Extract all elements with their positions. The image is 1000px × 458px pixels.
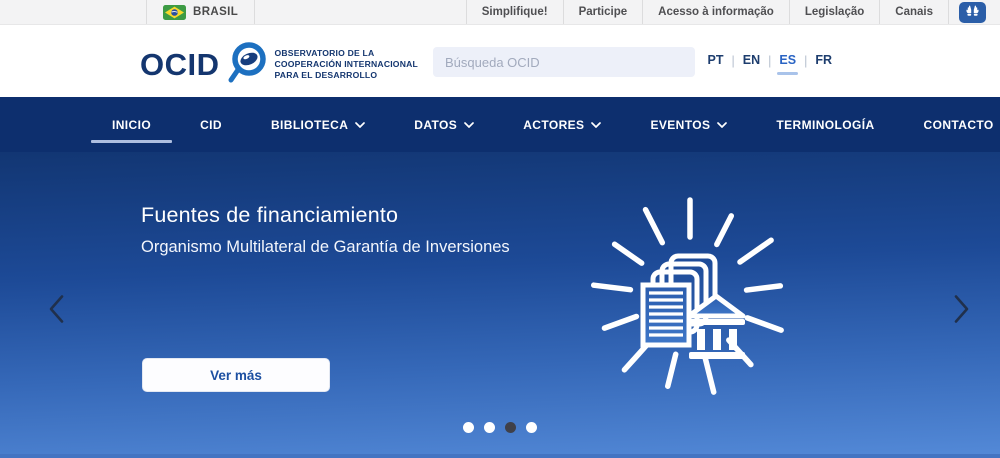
nav-item-cid[interactable]: CID [200, 118, 222, 132]
section-divider [0, 454, 1000, 458]
nav-item-terminologia[interactable]: TERMINOLOGÍA [776, 118, 874, 132]
carousel-next-button[interactable] [949, 290, 974, 331]
carousel-prev-button[interactable] [44, 290, 69, 331]
main-navigation: INICIO CID BIBLIOTECA DATOS ACTORES EVEN… [0, 97, 1000, 152]
hero-subtitle: Organismo Multilateral de Garantía de In… [141, 238, 510, 257]
site-header: OCID OBSERVATORIO DE LA COOPERACIÓN INTE… [0, 25, 1000, 97]
lang-es-active[interactable]: ES [779, 53, 796, 69]
lang-separator: | [804, 54, 807, 68]
search-container [433, 47, 695, 77]
nav-item-inicio[interactable]: INICIO [112, 118, 151, 132]
vlibras-hands-icon [964, 4, 981, 20]
language-switcher: PT | EN | ES | FR [708, 25, 832, 97]
topbar-link-participe[interactable]: Participe [563, 0, 643, 24]
brasil-flag-icon [163, 5, 186, 20]
documents-bank-sunburst-icon [585, 192, 795, 407]
chevron-left-icon [48, 312, 65, 327]
chevron-right-icon [953, 312, 970, 327]
nav-item-contacto[interactable]: CONTACTO [924, 118, 994, 132]
government-topbar: BRASIL Simplifique! Participe Acesso à i… [0, 0, 1000, 25]
vlibras-accessibility-button[interactable] [959, 2, 986, 23]
nav-item-eventos[interactable]: EVENTOS [650, 118, 727, 132]
ocid-logo[interactable]: OCID OBSERVATORIO DE LA COOPERACIÓN INTE… [140, 38, 418, 91]
ocid-logo-acronym: OCID [140, 47, 220, 83]
lang-separator: | [768, 54, 771, 68]
nav-item-actores[interactable]: ACTORES [523, 118, 601, 132]
ocid-homepage: BRASIL Simplifique! Participe Acesso à i… [0, 0, 1000, 458]
ver-mas-button[interactable]: Ver más [142, 358, 330, 392]
chevron-down-icon [591, 121, 601, 128]
search-input[interactable] [433, 47, 695, 77]
carousel-dots [463, 422, 537, 433]
chevron-down-icon [464, 121, 474, 128]
carousel-dot-2[interactable] [484, 422, 495, 433]
hero-title: Fuentes de financiamiento [141, 203, 398, 228]
chevron-down-icon [717, 121, 727, 128]
topbar-link-acesso-informacao[interactable]: Acesso à informação [642, 0, 789, 24]
chevron-down-icon [355, 121, 365, 128]
carousel-dot-3-active[interactable] [505, 422, 516, 433]
magnifier-eye-icon [226, 40, 268, 91]
lang-separator: | [732, 54, 735, 68]
topbar-link-simplifique[interactable]: Simplifique! [466, 0, 563, 24]
ocid-logo-fullname: OBSERVATORIO DE LA COOPERACIÓN INTERNACI… [275, 48, 418, 82]
topbar-link-canais[interactable]: Canais [879, 0, 949, 24]
nav-item-biblioteca[interactable]: BIBLIOTECA [271, 118, 365, 132]
brasil-gov-link[interactable]: BRASIL [146, 0, 255, 24]
hero-carousel: Fuentes de financiamiento Organismo Mult… [0, 152, 1000, 458]
topbar-link-legislacao[interactable]: Legislação [789, 0, 879, 24]
carousel-dot-4[interactable] [526, 422, 537, 433]
nav-item-datos[interactable]: DATOS [414, 118, 474, 132]
brasil-label: BRASIL [193, 6, 238, 18]
lang-en[interactable]: EN [743, 53, 760, 69]
topbar-links: Simplifique! Participe Acesso à informaç… [466, 0, 1000, 24]
carousel-dot-1[interactable] [463, 422, 474, 433]
lang-pt[interactable]: PT [708, 53, 724, 69]
lang-fr[interactable]: FR [815, 53, 832, 69]
